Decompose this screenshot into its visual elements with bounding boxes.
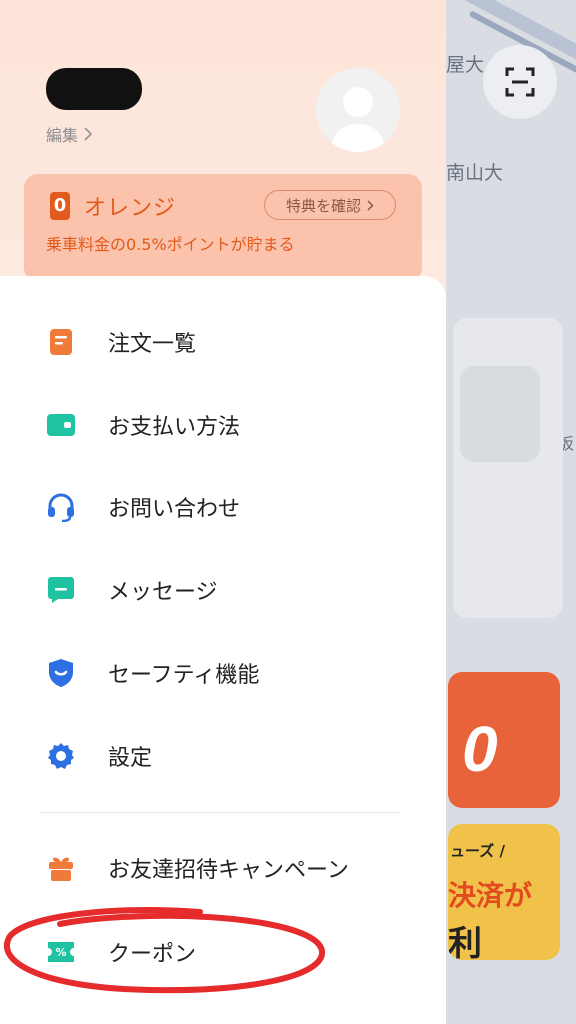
scan-icon xyxy=(505,67,535,97)
menu-item-label: お友達招待キャンペーン xyxy=(108,858,349,883)
tier-name: オレンジ xyxy=(84,196,177,221)
ride-card[interactable] xyxy=(453,318,563,618)
tier-badge: 0 xyxy=(50,192,70,220)
menu-item-messages[interactable]: メッセージ xyxy=(0,560,446,620)
promo-text: 利 xyxy=(448,924,482,960)
scan-button[interactable] xyxy=(483,45,557,119)
menu-item-payment[interactable]: お支払い方法 xyxy=(0,395,446,455)
menu-item-label: 設定 xyxy=(108,746,153,771)
edit-profile-link[interactable]: 編集 xyxy=(46,122,93,146)
chevron-right-icon xyxy=(84,127,93,141)
wallet-icon xyxy=(46,410,76,440)
chevron-right-icon xyxy=(367,199,374,211)
menu-item-contact[interactable]: お問い合わせ xyxy=(0,477,446,537)
svg-text:%: % xyxy=(55,946,66,959)
promo-banner-free[interactable]: 0円! xyxy=(448,672,560,808)
menu-item-invite-friends[interactable]: お友達招待キャンペーン xyxy=(0,838,446,898)
map-label: 南山大 xyxy=(446,162,504,184)
gear-icon xyxy=(46,741,76,771)
menu-item-label: クーポン xyxy=(108,942,197,967)
ride-card-field[interactable] xyxy=(460,366,540,462)
map-label: 屋大 xyxy=(446,54,485,76)
promo-text: 決済が xyxy=(448,879,533,912)
menu-item-label: 注文一覧 xyxy=(108,332,197,357)
user-name-text: 西野 xyxy=(46,73,103,106)
menu-item-settings[interactable]: 設定 xyxy=(0,726,446,786)
tier-description: 乗車料金の0.5%ポイントが貯まる xyxy=(46,235,295,254)
menu-item-label: お問い合わせ xyxy=(108,497,241,522)
gift-icon xyxy=(46,853,76,883)
menu-item-label: お支払い方法 xyxy=(108,415,241,440)
menu-item-orders[interactable]: 注文一覧 xyxy=(0,312,446,372)
shield-icon xyxy=(46,658,76,688)
menu-item-coupons[interactable]: % クーポン xyxy=(0,922,446,982)
menu-item-safety[interactable]: セーフティ機能 xyxy=(0,643,446,703)
menu-list: 注文一覧 お支払い方法 お問い合わせ メッセージ セーフティ機能 設定 お友達招… xyxy=(0,276,446,1024)
order-list-icon xyxy=(46,327,76,357)
promo-text: ューズ / xyxy=(450,842,505,860)
avatar[interactable] xyxy=(316,68,400,152)
promo-big-text: 0円! xyxy=(462,713,547,808)
view-benefits-label: 特典を確認 xyxy=(285,196,361,215)
edit-label: 編集 xyxy=(46,126,79,145)
avatar-placeholder-icon xyxy=(330,87,386,152)
view-benefits-button[interactable]: 特典を確認 xyxy=(264,190,396,220)
user-name[interactable]: 西野 xyxy=(46,68,142,110)
coupon-icon: % xyxy=(46,937,76,967)
menu-divider xyxy=(40,812,400,813)
side-drawer: 西野 編集 0 オレンジ 特典を確認 乗車料金の0.5%ポイントが貯まる 注文一… xyxy=(0,0,446,1024)
membership-tier-card[interactable]: 0 オレンジ 特典を確認 乗車料金の0.5%ポイントが貯まる xyxy=(24,174,422,282)
promo-banner-payment[interactable]: ューズ / 決済が 利 xyxy=(448,824,560,960)
menu-item-label: メッセージ xyxy=(108,580,218,605)
menu-item-label: セーフティ機能 xyxy=(108,663,260,688)
message-icon xyxy=(46,575,76,605)
headset-icon xyxy=(46,492,76,522)
